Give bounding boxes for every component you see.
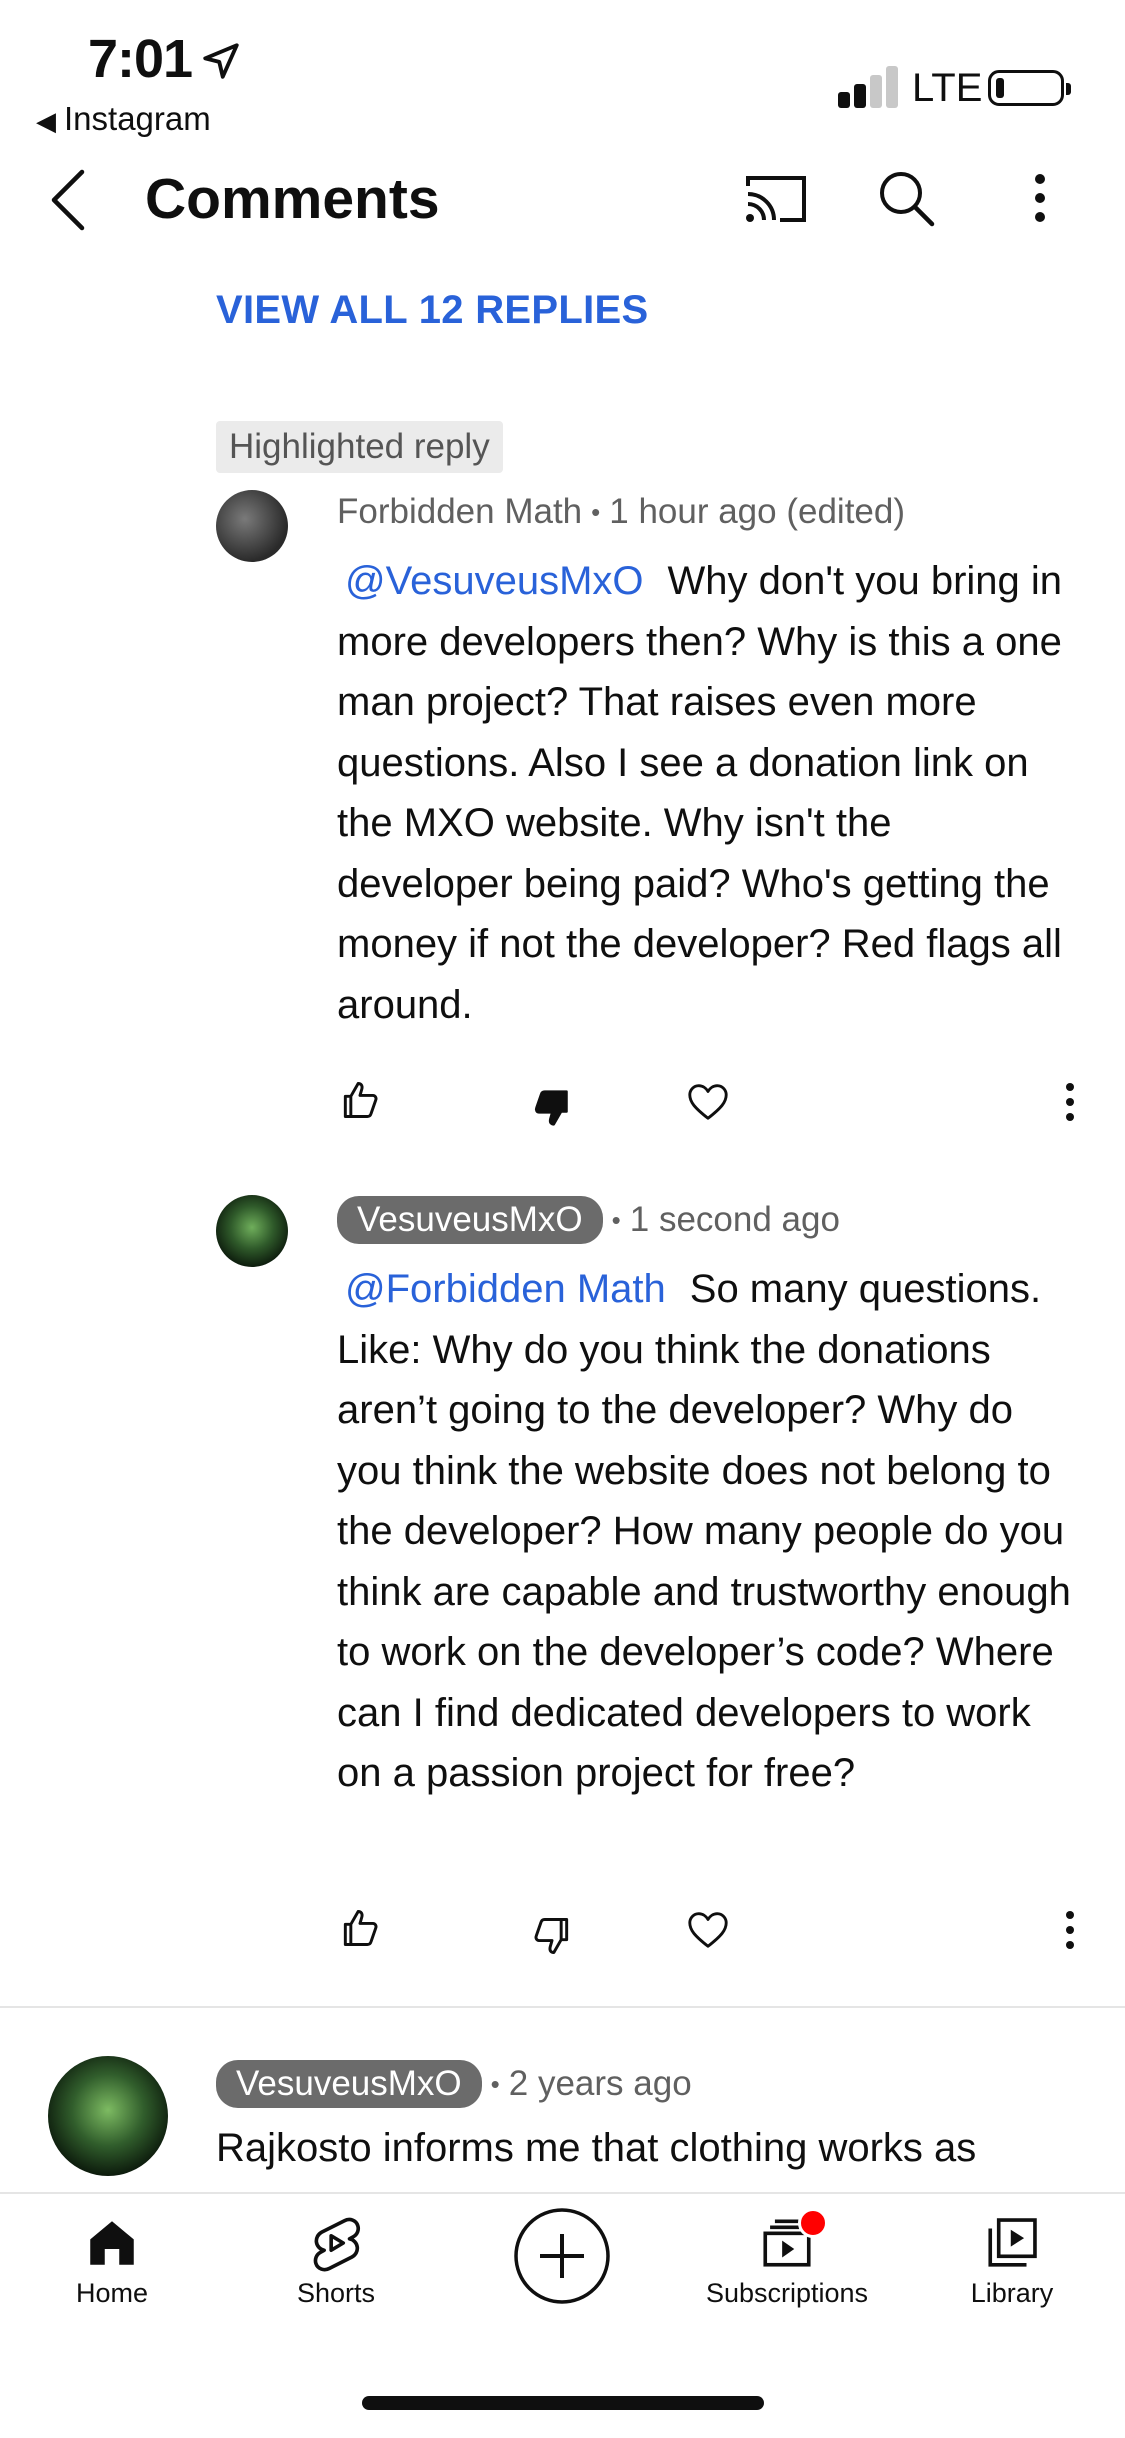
view-all-replies-link[interactable]: VIEW ALL 12 REPLIES: [216, 288, 648, 333]
heart-icon: [688, 1912, 728, 1948]
comment-more-button[interactable]: [1038, 1070, 1102, 1134]
comment-text: So many questions. Like: Why do you thin…: [337, 1267, 1071, 1795]
mention-link[interactable]: @Forbidden Math: [345, 1267, 666, 1311]
location-arrow-icon: [203, 43, 239, 79]
separator-dot: •: [591, 496, 601, 527]
comment-text: Why don't you bring in more developers t…: [337, 559, 1063, 1027]
nav-label: Library: [970, 2278, 1054, 2308]
shorts-icon: [313, 2217, 361, 2272]
cast-button[interactable]: [740, 162, 812, 234]
nav-home[interactable]: Home: [22, 2214, 202, 2309]
comment-time: 1 hour ago (edited): [609, 492, 906, 531]
comment-author-pill[interactable]: VesuveusMxO: [216, 2060, 482, 2108]
dislike-button[interactable]: [520, 1904, 584, 1968]
comment-text: Rajkosto informs me that clothing works …: [216, 2126, 977, 2170]
thumbs-down-filled-icon: [534, 1090, 568, 1126]
nav-subscriptions[interactable]: Subscriptions: [697, 2208, 877, 2309]
home-icon: [90, 2221, 134, 2265]
comment-body: @VesuveusMxO Why don't you bring in more …: [337, 551, 1077, 1035]
nav-library[interactable]: Library: [922, 2214, 1102, 2309]
library-icon: [988, 2218, 1037, 2267]
nav-create-button[interactable]: [472, 2206, 652, 2312]
thumbs-up-icon: [343, 1910, 378, 1946]
signal-icon: [838, 66, 898, 108]
avatar[interactable]: [216, 1195, 288, 1267]
more-vertical-icon: [1066, 1083, 1074, 1121]
comment-body: @Forbidden Math So many questions. Like: …: [337, 1259, 1082, 1804]
heart-icon: [688, 1084, 728, 1120]
comment-time: 2 years ago: [508, 2064, 692, 2103]
comment-meta: VesuveusMxO • 2 years ago: [216, 2060, 692, 2108]
nav-label: Shorts: [296, 2278, 376, 2308]
back-triangle-icon: ◀: [36, 106, 56, 136]
home-indicator[interactable]: [362, 2396, 764, 2410]
dislike-button[interactable]: [520, 1076, 584, 1140]
status-time: 7:01: [88, 29, 193, 89]
mention-link[interactable]: @VesuveusMxO: [345, 559, 644, 603]
heart-button[interactable]: [676, 1070, 740, 1134]
nav-shorts[interactable]: Shorts: [246, 2214, 426, 2309]
comment-author-pill[interactable]: VesuveusMxO: [337, 1196, 603, 1244]
separator-dot: •: [611, 1204, 621, 1235]
avatar[interactable]: [216, 490, 288, 562]
comment-meta: Forbidden Math • 1 hour ago (edited): [337, 492, 905, 532]
more-options-button[interactable]: [1004, 162, 1076, 234]
search-button[interactable]: [870, 162, 942, 234]
search-icon: [880, 172, 935, 227]
comment-time: 1 second ago: [629, 1200, 840, 1239]
create-icon: [514, 2208, 610, 2304]
nav-label: Subscriptions: [705, 2278, 869, 2308]
like-button[interactable]: [328, 1896, 392, 1960]
thumbs-up-icon: [343, 1082, 378, 1118]
avatar[interactable]: [48, 2056, 168, 2176]
divider: [0, 2006, 1125, 2008]
more-vertical-icon: [1066, 1911, 1074, 1949]
network-type: LTE: [912, 66, 983, 110]
battery-icon: [988, 70, 1071, 106]
heart-button[interactable]: [676, 1898, 740, 1962]
nav-label: Home: [75, 2278, 149, 2308]
more-vertical-icon: [1035, 174, 1045, 222]
comment-more-button[interactable]: [1038, 1898, 1102, 1962]
thumbs-down-icon: [534, 1918, 569, 1954]
notification-badge: [798, 2208, 828, 2238]
back-app-label: Instagram: [64, 100, 211, 137]
highlighted-reply-badge: Highlighted reply: [216, 421, 503, 473]
back-arrow-icon[interactable]: [48, 168, 88, 232]
cast-icon: [746, 176, 806, 222]
page-title: Comments: [145, 167, 440, 231]
separator-dot: •: [490, 2068, 500, 2099]
comment-author[interactable]: Forbidden Math: [337, 492, 582, 532]
like-button[interactable]: [328, 1068, 392, 1132]
back-to-app-button[interactable]: ◀ Instagram: [36, 100, 211, 138]
comment-meta: VesuveusMxO • 1 second ago: [337, 1196, 840, 1244]
